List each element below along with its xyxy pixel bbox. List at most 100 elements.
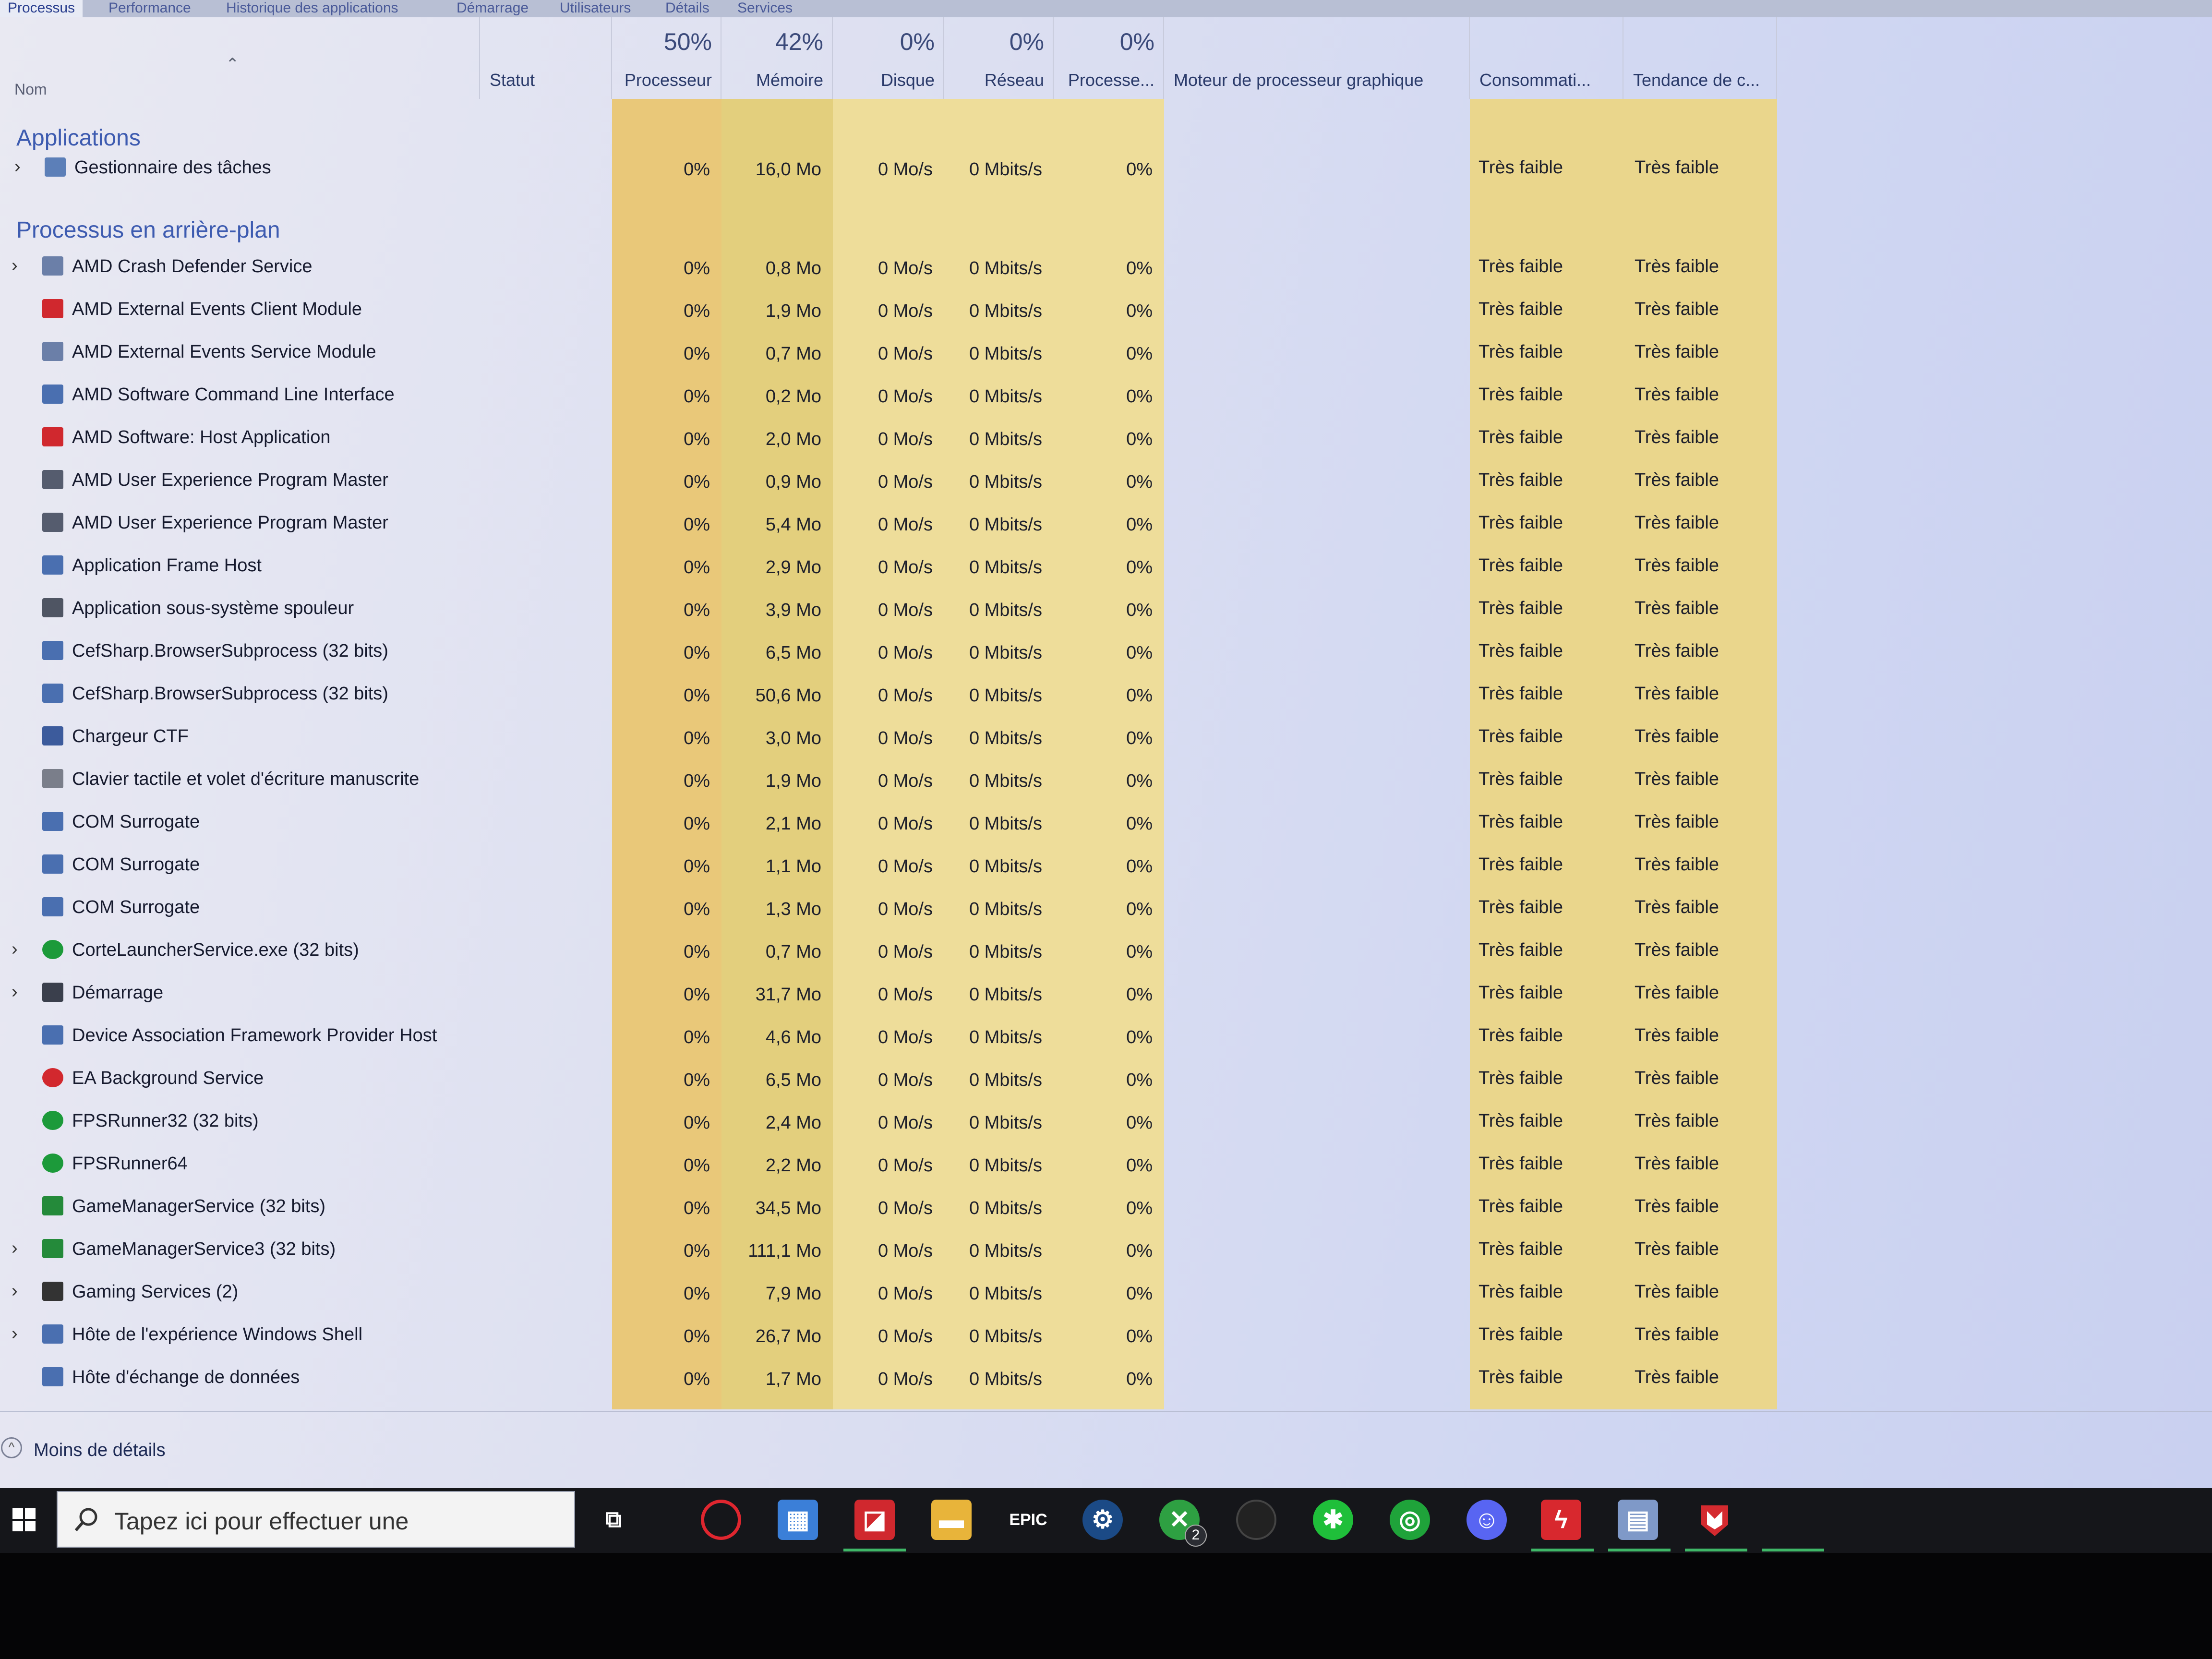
column-header-gpu[interactable]: 0% Processe... — [1054, 17, 1164, 99]
ctf-icon[interactable]: ϟ — [1541, 1500, 1581, 1540]
process-row[interactable]: › Hôte de l'expérience Windows Shell 0% 26,… — [0, 1316, 1795, 1358]
green-circle-icon — [42, 1111, 63, 1130]
mcafee-icon[interactable] — [1695, 1500, 1735, 1540]
column-header-gpu-engine[interactable]: Moteur de processeur graphique — [1164, 17, 1470, 99]
gpu-value: 0% — [1126, 557, 1153, 577]
power-trend-value: Très faible — [1635, 256, 1719, 276]
tab-details[interactable]: Détails — [658, 0, 717, 17]
tab-users[interactable]: Utilisateurs — [552, 0, 638, 17]
process-row[interactable]: Application Frame Host 0% 2,9 Mo 0 Mo/s 0 Mb… — [0, 547, 1795, 589]
tab-processes[interactable]: Processus — [0, 0, 83, 17]
column-header-power-trend[interactable]: Tendance de c... — [1623, 17, 1777, 99]
process-row[interactable]: Device Association Framework Provider Ho… — [0, 1017, 1795, 1059]
power-usage-value: Très faible — [1479, 1068, 1563, 1088]
process-row[interactable]: AMD Software: Host Application 0% 2,0 Mo 0 … — [0, 419, 1795, 461]
start-icon[interactable] — [5, 1500, 45, 1540]
column-header-disk[interactable]: 0% Disque — [833, 17, 944, 99]
network-value: 0 Mbits/s — [969, 600, 1042, 620]
column-header-status[interactable]: Statut — [480, 17, 612, 99]
razer-icon[interactable]: ✱ — [1313, 1500, 1353, 1540]
tab-bar: Processus Performance Historique des app… — [0, 0, 2212, 17]
opera-icon[interactable] — [701, 1500, 741, 1540]
expand-chevron-icon[interactable]: › — [12, 939, 18, 960]
process-row[interactable]: CefSharp.BrowserSubprocess (32 bits) 0% 50… — [0, 675, 1795, 717]
power-usage-value: Très faible — [1479, 726, 1563, 746]
process-row[interactable]: › GameManagerService3 (32 bits) 0% 111,1 Mo… — [0, 1230, 1795, 1273]
disk-value: 0 Mo/s — [878, 344, 933, 364]
process-row[interactable]: CefSharp.BrowserSubprocess (32 bits) 0% 6,… — [0, 632, 1795, 674]
cpu-value: 0% — [684, 600, 710, 620]
process-row[interactable]: Clavier tactile et volet d'écriture manu… — [0, 760, 1795, 803]
chevron-up-icon[interactable]: ^ — [1, 1437, 22, 1458]
process-row[interactable]: › CorteLauncherService.exe (32 bits) 0% 0,7… — [0, 931, 1795, 974]
cpu-value: 0% — [684, 472, 710, 492]
power-trend-value: Très faible — [1635, 598, 1719, 618]
process-name: AMD Crash Defender Service — [72, 256, 313, 276]
camera-icon[interactable] — [1236, 1500, 1276, 1540]
disk-value: 0 Mo/s — [878, 814, 933, 834]
window-icon — [42, 555, 63, 575]
cpu-value: 0% — [684, 856, 710, 877]
power-usage-value: Très faible — [1479, 1025, 1563, 1046]
memory-value: 2,4 Mo — [765, 1113, 821, 1133]
expand-chevron-icon[interactable]: › — [12, 255, 18, 276]
network-value: 0 Mbits/s — [969, 429, 1042, 449]
process-row[interactable]: Hôte d'échange de données 0% 1,7 Mo 0 Mo/s 0… — [0, 1358, 1795, 1401]
column-header-memory[interactable]: 42% Mémoire — [721, 17, 833, 99]
expand-chevron-icon[interactable]: › — [12, 1281, 18, 1301]
process-row[interactable]: Application sous-système spouleur 0% 3,9 M… — [0, 589, 1795, 632]
process-row[interactable]: EA Background Service 0% 6,5 Mo 0 Mo/s 0 Mbi… — [0, 1059, 1795, 1102]
expand-chevron-icon[interactable]: › — [12, 982, 18, 1002]
gaming-icon[interactable]: ◎ — [1390, 1500, 1430, 1540]
search-input[interactable]: Tapez ici pour effectuer une — [57, 1491, 575, 1548]
app-row[interactable]: › Gestionnaire des tâches 0% 16,0 Mo 0 Mo/s 0… — [0, 149, 1795, 191]
expand-chevron-icon[interactable]: › — [12, 1323, 18, 1344]
process-row[interactable]: AMD User Experience Program Master 0% 5,4 … — [0, 504, 1795, 546]
process-row[interactable]: › AMD Crash Defender Service 0% 0,8 Mo 0 Mo/… — [0, 248, 1795, 290]
less-details-link[interactable]: Moins de détails — [34, 1440, 166, 1461]
column-header-name[interactable]: ⌃ — [0, 17, 480, 99]
gpu-value: 0% — [1126, 1113, 1153, 1133]
store-icon[interactable]: ▦ — [778, 1500, 818, 1540]
tab-startup[interactable]: Démarrage — [449, 0, 536, 17]
tab-performance[interactable]: Performance — [101, 0, 199, 17]
process-row[interactable]: FPSRunner64 0% 2,2 Mo 0 Mo/s 0 Mbits/s 0% Très… — [0, 1145, 1795, 1187]
steam-icon[interactable]: ⚙ — [1082, 1500, 1123, 1540]
column-header-power[interactable]: Consommati... — [1470, 17, 1623, 99]
process-row[interactable]: AMD Software Command Line Interface 0% 0,2… — [0, 376, 1795, 418]
gpu-value: 0% — [1126, 386, 1153, 407]
network-value: 0 Mbits/s — [969, 942, 1042, 962]
process-row[interactable]: › Gaming Services (2) 0% 7,9 Mo 0 Mo/s 0 Mbit… — [0, 1273, 1795, 1315]
keyboard-icon — [42, 769, 63, 788]
process-row[interactable]: AMD External Events Service Module 0% 0,7 … — [0, 333, 1795, 375]
task-manager-icon[interactable]: ▤ — [1618, 1500, 1658, 1540]
process-row[interactable]: COM Surrogate 0% 2,1 Mo 0 Mo/s 0 Mbits/s 0% Tr… — [0, 803, 1795, 845]
tab-services[interactable]: Services — [730, 0, 800, 17]
discord-icon[interactable]: ☺ — [1467, 1500, 1507, 1540]
gpu-value: 0% — [1126, 472, 1153, 492]
process-row[interactable]: Chargeur CTF 0% 3,0 Mo 0 Mo/s 0 Mbits/s 0% Trè… — [0, 718, 1795, 760]
power-usage-value: Très faible — [1479, 897, 1563, 917]
process-row[interactable]: COM Surrogate 0% 1,3 Mo 0 Mo/s 0 Mbits/s 0% Tr… — [0, 889, 1795, 931]
process-row[interactable]: AMD User Experience Program Master 0% 0,9 … — [0, 461, 1795, 504]
process-name: COM Surrogate — [72, 854, 200, 875]
task-manager-window: Processus Performance Historique des app… — [0, 0, 2212, 1488]
file-explorer-icon[interactable]: ▬ — [931, 1500, 972, 1540]
task-view-icon[interactable]: ⧉ — [593, 1500, 634, 1540]
column-header-cpu[interactable]: 50% Processeur — [612, 17, 721, 99]
process-row[interactable]: AMD External Events Client Module 0% 1,9 M… — [0, 290, 1795, 333]
expand-chevron-icon[interactable]: › — [14, 156, 21, 177]
amd-software-icon[interactable]: ◪ — [854, 1500, 895, 1540]
expand-chevron-icon[interactable]: › — [12, 1238, 18, 1259]
process-row[interactable]: GameManagerService (32 bits) 0% 34,5 Mo 0 M… — [0, 1188, 1795, 1230]
memory-value: 0,2 Mo — [765, 386, 821, 407]
process-row[interactable]: COM Surrogate 0% 1,1 Mo 0 Mo/s 0 Mbits/s 0% Tr… — [0, 846, 1795, 888]
column-header-network[interactable]: 0% Réseau — [944, 17, 1054, 99]
gpu-value: 0% — [1126, 985, 1153, 1005]
process-row[interactable]: FPSRunner32 (32 bits) 0% 2,4 Mo 0 Mo/s 0 Mbi… — [0, 1102, 1795, 1144]
epic-games-icon[interactable]: EPIC — [1008, 1500, 1048, 1540]
gpu-value: 0% — [1126, 942, 1153, 962]
tab-app-history[interactable]: Historique des applications — [218, 0, 406, 17]
process-row[interactable]: › Démarrage 0% 31,7 Mo 0 Mo/s 0 Mbits/s 0% Très… — [0, 974, 1795, 1016]
memory-value: 34,5 Mo — [755, 1198, 821, 1218]
